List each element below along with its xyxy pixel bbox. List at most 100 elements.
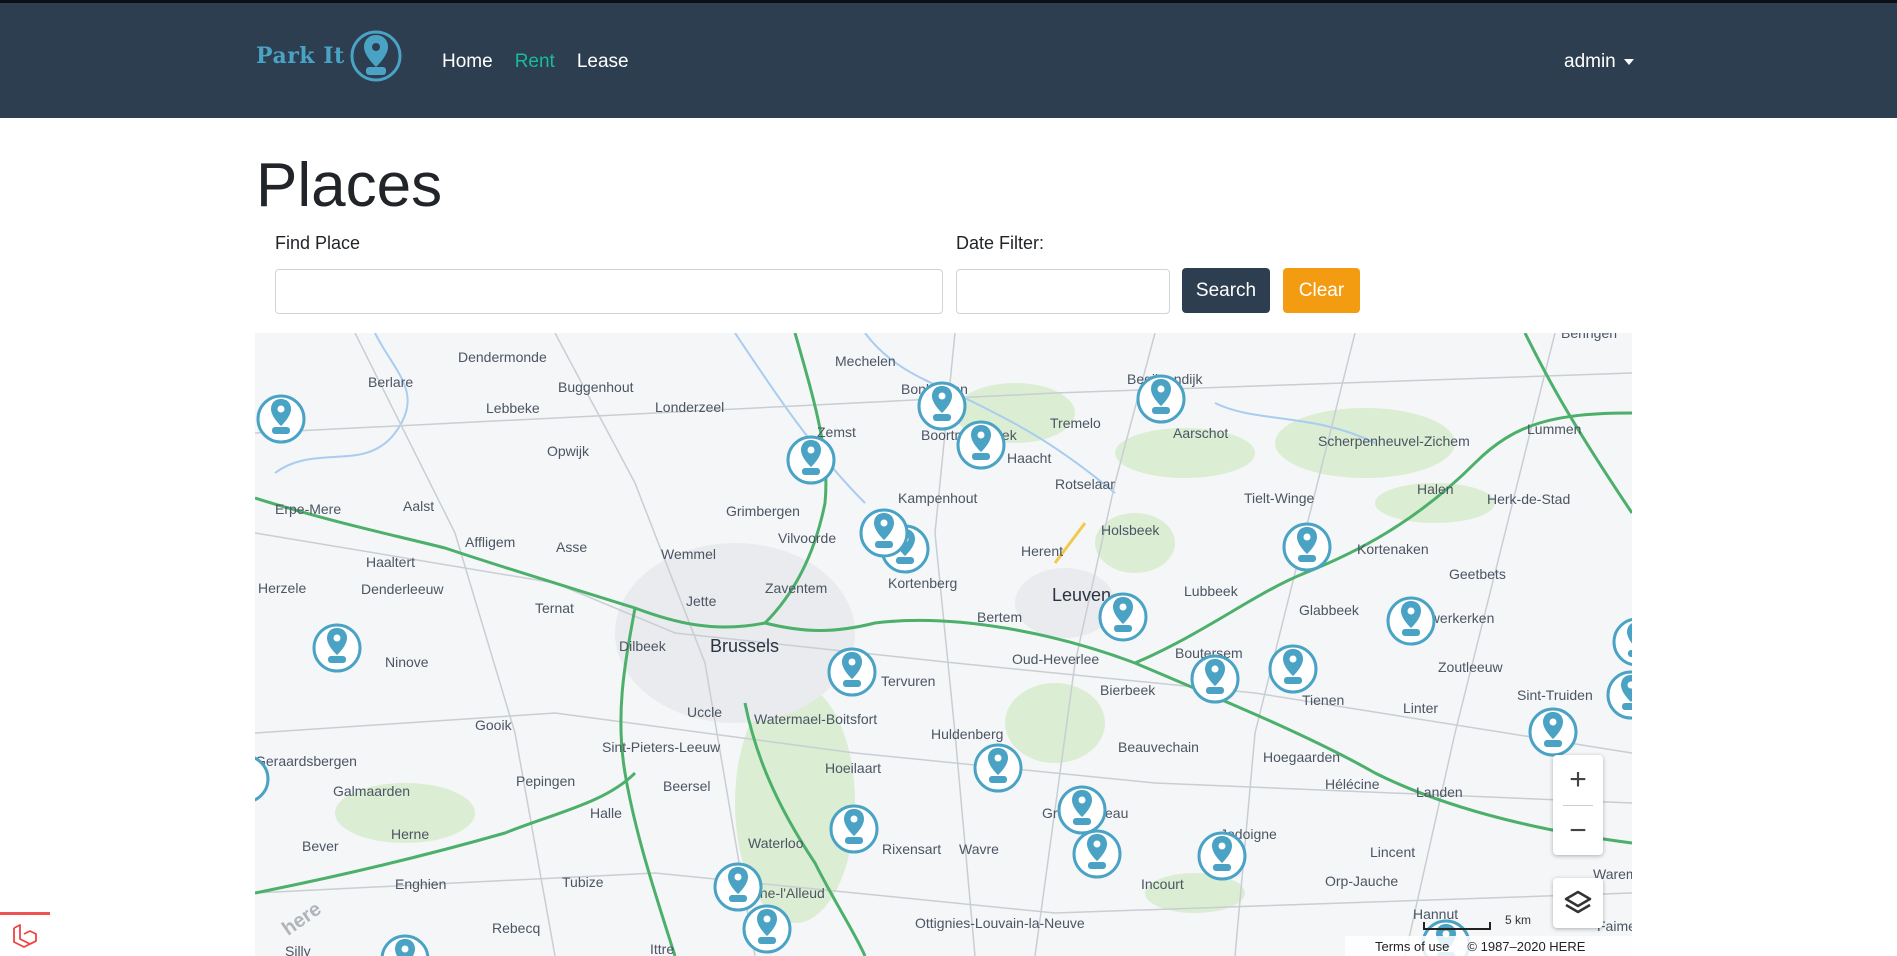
- nav-rent[interactable]: Rent: [515, 51, 555, 73]
- brand-logo[interactable]: Park It: [256, 29, 403, 83]
- brand-name: Park It: [256, 43, 345, 69]
- parking-place-pin[interactable]: [1527, 706, 1579, 758]
- map-city-label: Glabbeek: [1299, 602, 1359, 618]
- map-city-label: Opwijk: [547, 443, 590, 459]
- map-city-label: Kortenberg: [888, 575, 958, 591]
- date-filter-label: Date Filter:: [956, 233, 1045, 253]
- map-city-label: Vilvoorde: [778, 530, 837, 546]
- nav-home[interactable]: Home: [442, 51, 493, 73]
- parking-place-pin[interactable]: [741, 903, 793, 955]
- map-city-label: Halle: [590, 805, 622, 821]
- parking-place-pin[interactable]: [1189, 653, 1241, 705]
- main-nav: Home Rent Lease: [442, 51, 651, 73]
- map-city-label: Geetbets: [1449, 566, 1506, 582]
- map-city-label: Tremelo: [1050, 415, 1101, 431]
- map-city-label: Herk-de-Stad: [1487, 491, 1571, 507]
- map-city-label: Haacht: [1007, 450, 1052, 466]
- map-city-label: Dendermonde: [458, 349, 547, 365]
- parking-place-pin[interactable]: [955, 419, 1007, 471]
- parking-place-pin[interactable]: [826, 646, 878, 698]
- map-city-label: Lummen: [1527, 421, 1582, 437]
- map-city-label: Ittre: [650, 941, 675, 956]
- map-city-label: Haaltert: [366, 554, 416, 570]
- map-city-label: Scherpenheuvel-Zichem: [1318, 433, 1470, 449]
- map-city-label: Huldenberg: [931, 726, 1004, 742]
- parking-place-pin[interactable]: [1281, 521, 1333, 573]
- date-filter-input[interactable]: [956, 269, 1170, 314]
- map-city-label: Bever: [302, 838, 339, 854]
- map-city-label: Affligem: [465, 534, 516, 550]
- parking-place-pin[interactable]: [785, 434, 837, 486]
- terms-link[interactable]: Terms of use: [1375, 939, 1449, 954]
- find-place-label: Find Place: [275, 233, 361, 253]
- zoom-controls: + −: [1553, 755, 1603, 855]
- map-city-label: Tielt-Winge: [1244, 490, 1315, 506]
- map-city-label: Rebecq: [492, 920, 541, 936]
- parking-place-pin[interactable]: [858, 507, 910, 559]
- map[interactable]: Dendermonde Mechelen Begijnendijk Berlar…: [255, 333, 1632, 956]
- layers-icon: [1564, 890, 1592, 914]
- parking-place-pin[interactable]: [255, 753, 271, 805]
- map-city-label: Herzele: [258, 580, 307, 596]
- parking-place-pin[interactable]: [255, 393, 307, 445]
- map-attribution: Terms of use © 1987–2020 HERE: [1345, 936, 1632, 956]
- parking-place-pin[interactable]: [1071, 828, 1123, 880]
- navbar: Park It Home Rent Lease admin: [0, 3, 1897, 118]
- parking-place-pin[interactable]: [1605, 669, 1632, 721]
- copyright-text: © 1987–2020 HERE: [1467, 938, 1586, 954]
- map-city-label: Denderleeuw: [361, 581, 444, 597]
- find-place-input[interactable]: [275, 269, 943, 314]
- map-city-label: Holsbeek: [1101, 522, 1160, 538]
- map-city-label: Watermael-Boitsfort: [754, 711, 878, 727]
- map-city-label: Ninove: [385, 654, 429, 670]
- nav-lease[interactable]: Lease: [577, 51, 629, 73]
- map-city-label: Mechelen: [835, 353, 896, 369]
- map-city-label: Asse: [556, 539, 588, 555]
- map-city-label: Rixensart: [882, 841, 942, 857]
- map-city-label: Kortenaken: [1357, 541, 1429, 557]
- map-scale-bar: [1423, 922, 1491, 930]
- parking-place-pin[interactable]: [972, 742, 1024, 794]
- map-city-label: Waterloo: [748, 835, 804, 851]
- laravel-icon: [13, 923, 37, 948]
- map-city-label: Ternat: [535, 600, 574, 616]
- map-city-label: Berlare: [368, 374, 414, 390]
- parking-place-pin[interactable]: [1196, 830, 1248, 882]
- map-city-label: Kampenhout: [898, 490, 978, 506]
- parking-place-pin[interactable]: [828, 803, 880, 855]
- parking-place-pin[interactable]: [1097, 591, 1149, 643]
- map-layers-button[interactable]: [1553, 878, 1603, 928]
- zoom-out-button[interactable]: −: [1553, 806, 1603, 856]
- map-city-label: Enghien: [395, 876, 447, 892]
- map-city-label: Erpe-Mere: [275, 501, 342, 517]
- map-city-label: Uccle: [687, 704, 723, 720]
- search-button[interactable]: Search: [1182, 268, 1270, 313]
- map-city-label: Gooik: [475, 717, 512, 733]
- parking-place-pin[interactable]: [1385, 595, 1437, 647]
- map-city-label: Aalst: [403, 498, 435, 514]
- parking-place-pin[interactable]: [379, 933, 431, 956]
- map-city-label: Beringen: [1561, 333, 1618, 341]
- map-city-label: Aarschot: [1173, 425, 1229, 441]
- debugbar-toggle[interactable]: [0, 912, 50, 956]
- map-city-label: Zoutleeuw: [1438, 659, 1503, 675]
- parking-place-pin[interactable]: [1611, 616, 1632, 668]
- map-city-label: Buggenhout: [558, 379, 634, 395]
- parking-place-pin[interactable]: [1267, 643, 1319, 695]
- zoom-in-button[interactable]: +: [1553, 755, 1603, 805]
- parking-place-pin[interactable]: [311, 622, 363, 674]
- user-name: admin: [1564, 51, 1616, 72]
- map-city-label: Oud-Heverlee: [1012, 651, 1100, 667]
- map-city-label: Beauvechain: [1118, 739, 1199, 755]
- map-city-label: Sint-Pieters-Leeuw: [602, 739, 721, 755]
- user-dropdown[interactable]: admin: [1564, 51, 1634, 73]
- map-city-label: Hélécine: [1325, 776, 1380, 792]
- map-city-label: Tubize: [562, 874, 604, 890]
- map-scale-label: 5 km: [1505, 913, 1532, 927]
- parking-place-pin[interactable]: [1135, 373, 1187, 425]
- page-title: Places: [256, 151, 443, 220]
- map-city-label: Dilbeek: [619, 638, 666, 654]
- clear-button[interactable]: Clear: [1283, 268, 1360, 313]
- map-city-label: Galmaarden: [333, 783, 411, 799]
- map-city-label: Lebbeke: [486, 400, 540, 416]
